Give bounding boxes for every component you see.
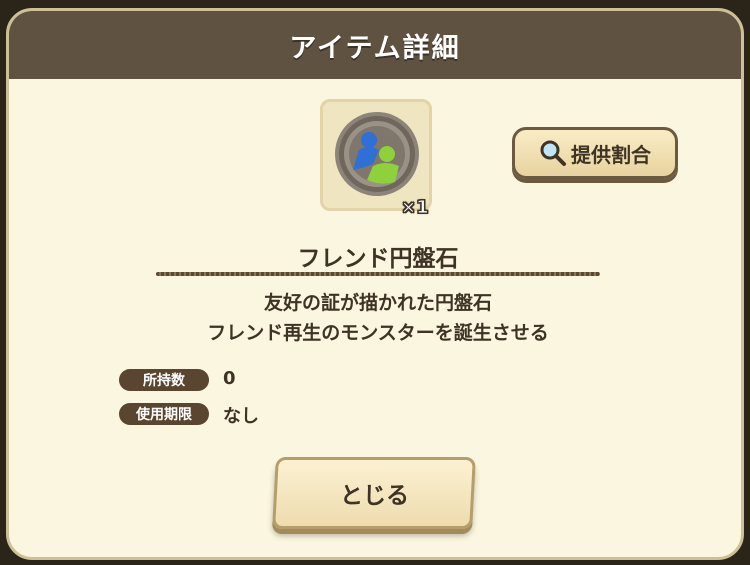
expiry-value: なし — [223, 406, 259, 427]
drop-rates-label: 提供割合 — [571, 142, 651, 167]
item-description-line-2: フレンド再生のモンスターを誕生させる — [207, 322, 549, 344]
owned-count-badge: 所持数 — [119, 369, 209, 391]
item-detail-dialog: アイテム詳細 ×1 提供割合 フレンド円盤石 友好の証が描かれた円盤石 フレンド… — [6, 8, 744, 560]
friend-coin-icon — [335, 112, 419, 196]
expiry-badge: 使用期限 — [119, 403, 209, 425]
drop-rates-button[interactable]: 提供割合 — [512, 127, 678, 179]
owned-count-value: 0 — [223, 368, 236, 389]
close-button-label: とじる — [339, 483, 409, 509]
item-name: フレンド円盤石 — [297, 246, 459, 272]
dialog-title-bar: アイテム詳細 — [9, 11, 741, 79]
magnifier-icon — [540, 140, 566, 166]
divider — [156, 272, 600, 276]
item-icon-frame — [320, 99, 432, 211]
dialog-title: アイテム詳細 — [289, 32, 461, 64]
item-description-line-1: 友好の証が描かれた円盤石 — [263, 292, 492, 314]
close-button[interactable]: とじる — [272, 457, 476, 529]
item-quantity: ×1 — [401, 197, 430, 219]
